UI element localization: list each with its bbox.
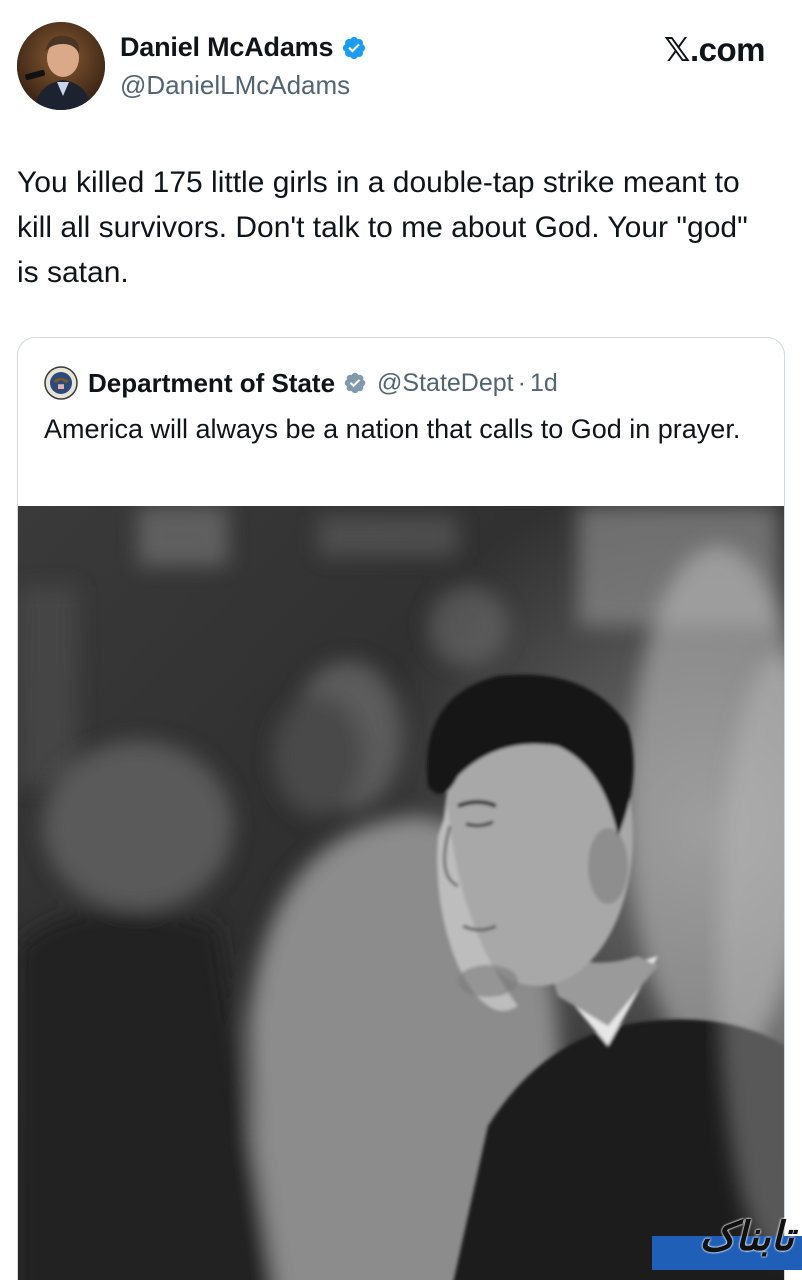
state-department-seal-icon	[44, 366, 78, 400]
tabnak-watermark-logo: تابناک	[652, 1214, 802, 1274]
quoted-tweet-photo[interactable]	[18, 506, 784, 1280]
government-badge-icon	[344, 372, 366, 394]
tweet-text: You killed 175 little girls in a double-…	[17, 166, 748, 289]
quoted-tweet-text: America will always be a nation that cal…	[44, 414, 741, 444]
avatar[interactable]	[17, 22, 105, 110]
avatar-image	[17, 22, 105, 110]
watermark-text: تابناک	[699, 1214, 794, 1260]
tweet-screenshot: Daniel McAdams @DanielLMcAdams 𝕏.com You…	[0, 0, 802, 1280]
quoted-separator: ·	[517, 368, 526, 397]
prayer-photo-image	[18, 506, 784, 1280]
author-name-row: Daniel McAdams	[120, 32, 367, 63]
quoted-tweet-card[interactable]: Department of State @StateDept · 1d Amer…	[17, 337, 785, 1280]
site-label: 𝕏.com	[663, 31, 766, 68]
quoted-tweet-header: Department of State @StateDept · 1d	[44, 366, 558, 400]
quoted-timestamp[interactable]: 1d	[530, 369, 558, 398]
tweet-header: Daniel McAdams @DanielLMcAdams 𝕏.com	[17, 22, 785, 112]
author-handle[interactable]: @DanielLMcAdams	[120, 70, 350, 101]
author-display-name[interactable]: Daniel McAdams	[120, 32, 333, 63]
verified-badge-icon	[343, 36, 366, 59]
quoted-display-name[interactable]: Department of State	[88, 368, 335, 399]
quoted-handle[interactable]: @StateDept	[377, 369, 514, 398]
